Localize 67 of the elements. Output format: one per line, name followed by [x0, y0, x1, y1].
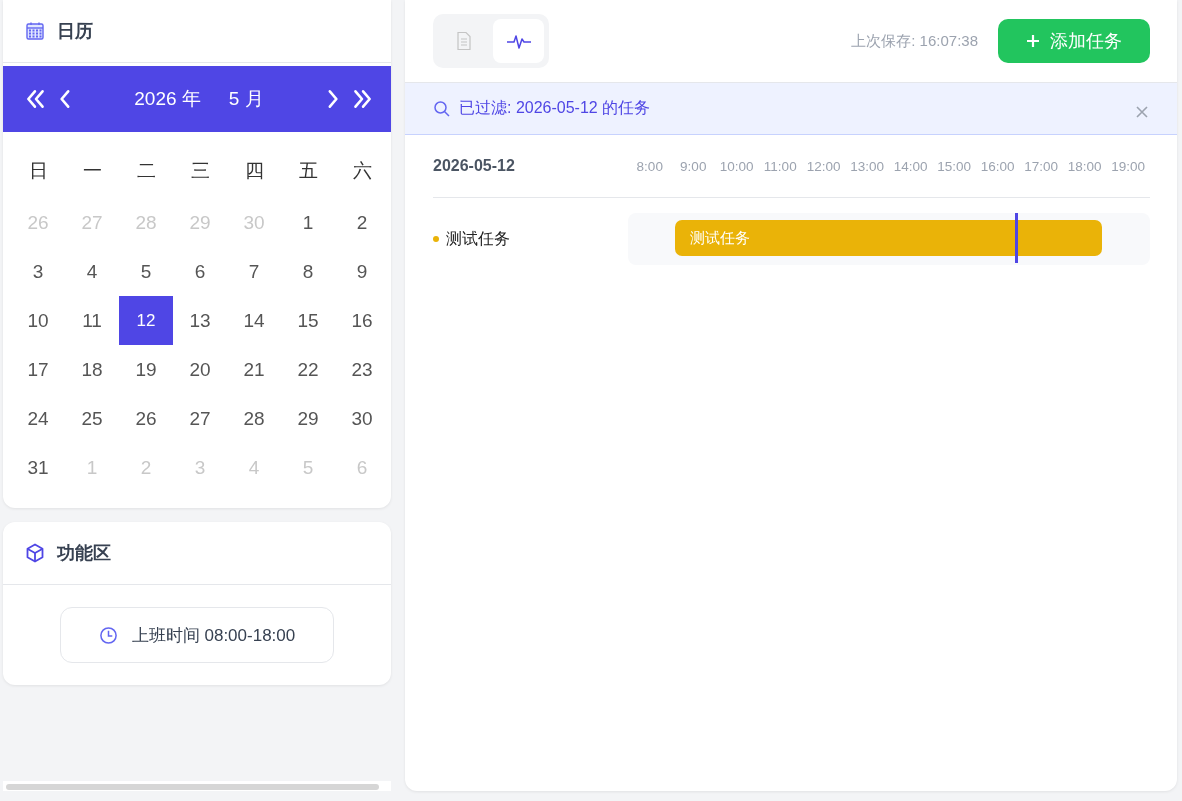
calendar-day[interactable]: 22 — [281, 345, 335, 394]
filter-text: 已过滤: 2026-05-12 的任务 — [459, 98, 651, 118]
clock-icon — [98, 625, 118, 645]
document-icon — [454, 31, 473, 51]
calendar-day[interactable]: 30 — [335, 394, 389, 443]
calendar-day[interactable]: 28 — [227, 394, 281, 443]
calendar-day[interactable]: 23 — [335, 345, 389, 394]
weekday-label: 日 — [27, 159, 49, 183]
weekday-label: 四 — [243, 159, 265, 183]
card-title: 功能区 — [57, 542, 111, 565]
calendar-day[interactable]: 11 — [65, 296, 119, 345]
weekday-label: 六 — [351, 159, 373, 183]
calendar-day[interactable]: 24 — [11, 394, 65, 443]
calendar-day[interactable]: 3 — [11, 247, 65, 296]
calendar-day[interactable]: 6 — [173, 247, 227, 296]
search-icon — [433, 99, 451, 118]
weekday-label: 五 — [297, 159, 319, 183]
scrollbar[interactable] — [3, 781, 391, 791]
hour-label: 12:00 — [805, 158, 842, 174]
work-hours-button[interactable]: 上班时间 08:00-18:00 — [60, 607, 334, 663]
calendar-day[interactable]: 26 — [119, 394, 173, 443]
calendar-day[interactable]: 1 — [281, 198, 335, 247]
card-title: 日历 — [57, 20, 93, 43]
calendar-day[interactable]: 5 — [119, 247, 173, 296]
hour-label: 14:00 — [892, 158, 929, 174]
calendar-day[interactable]: 20 — [173, 345, 227, 394]
hour-label: 18:00 — [1066, 158, 1103, 174]
month-label[interactable]: 5 月 — [228, 86, 264, 112]
timeline-date: 2026-05-12 — [433, 157, 516, 175]
calendar-icon — [25, 21, 45, 41]
hour-label: 11:00 — [762, 158, 798, 174]
calendar-day[interactable]: 21 — [227, 345, 281, 394]
last-saved-text: 上次保存: 16:07:38 — [851, 31, 978, 51]
hour-label: 13:00 — [849, 158, 886, 174]
calendar-day[interactable]: 14 — [227, 296, 281, 345]
calendar-day[interactable]: 4 — [65, 247, 119, 296]
year-label[interactable]: 2026 年 — [134, 86, 201, 112]
calendar-day[interactable]: 15 — [281, 296, 335, 345]
calendar-day[interactable]: 13 — [173, 296, 227, 345]
timeline-view-button[interactable] — [493, 19, 544, 63]
weekday-label: 二 — [135, 159, 157, 183]
calendar-day[interactable]: 27 — [173, 394, 227, 443]
calendar-day[interactable]: 29 — [281, 394, 335, 443]
hour-label: 17:00 — [1023, 158, 1060, 174]
calendar-day[interactable]: 16 — [335, 296, 389, 345]
hour-label: 9:00 — [679, 158, 708, 174]
hour-label: 15:00 — [936, 158, 973, 174]
calendar-day[interactable]: 19 — [119, 345, 173, 394]
hour-label: 10:00 — [718, 158, 755, 174]
cube-icon — [25, 543, 45, 563]
calendar-day[interactable]: 17 — [11, 345, 65, 394]
calendar-day[interactable]: 12 — [119, 296, 173, 345]
hour-label: 16:00 — [979, 158, 1016, 174]
hour-label: 19:00 — [1110, 158, 1147, 174]
calendar-day[interactable]: 9 — [335, 247, 389, 296]
calendar-day[interactable]: 25 — [65, 394, 119, 443]
calendar-day[interactable]: 31 — [11, 443, 65, 492]
weekday-label: 一 — [81, 159, 103, 183]
calendar-day[interactable]: 2 — [335, 198, 389, 247]
calendar-day[interactable]: 7 — [227, 247, 281, 296]
weekday-label: 三 — [189, 159, 211, 183]
hour-label: 8:00 — [635, 158, 664, 174]
task-name[interactable]: 测试任务 — [446, 228, 510, 250]
calendar-day[interactable]: 10 — [11, 296, 65, 345]
plus-icon — [1026, 34, 1040, 48]
calendar-day[interactable]: 8 — [281, 247, 335, 296]
calendar-day[interactable]: 18 — [65, 345, 119, 394]
